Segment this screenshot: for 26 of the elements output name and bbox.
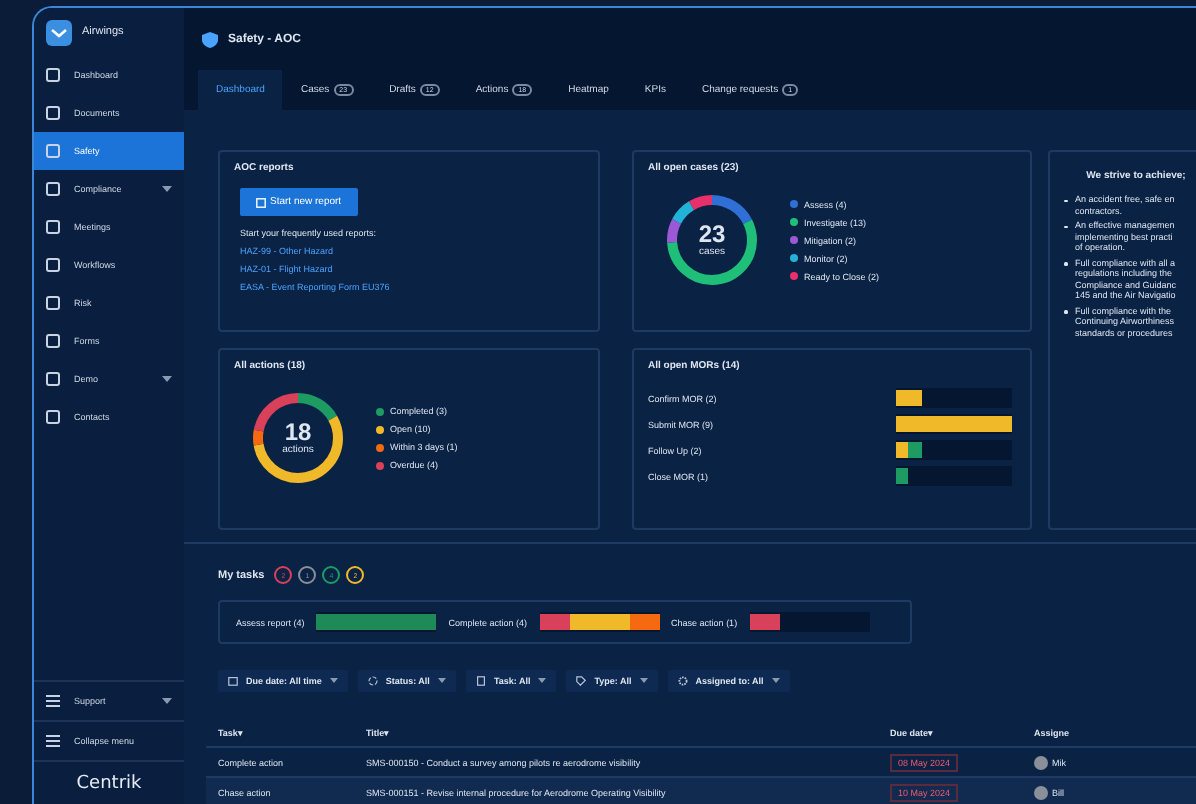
menu-item-icon [46,410,60,424]
total-count: 23 [698,222,726,246]
menu-item-icon [46,258,60,272]
menu-item-icon [46,182,60,196]
chevron-down-icon [771,678,780,684]
avatar-placeholder [1034,785,1048,799]
logo-icon [46,19,72,45]
menu-item-icon [46,68,60,82]
menu-item-icon [46,372,60,386]
chevron-down-icon [329,678,338,684]
circle-icon [367,676,378,686]
menu-item-icon [46,144,60,158]
chevron-down-icon [437,678,446,684]
avatar-placeholder [1034,755,1048,769]
shield-icon [202,31,218,47]
menu-item-icon [46,734,60,748]
menu-item-icon [46,106,60,120]
chevron-down-icon [639,678,648,684]
chevron-down-icon [538,678,547,684]
total-count: 18 [284,420,312,444]
menu-item-icon [46,296,60,310]
footer-logo: Centrik [76,774,142,794]
menu-item-icon [46,334,60,348]
menu-item-icon [46,694,60,708]
menu-item-icon [46,220,60,234]
tag-icon [576,676,587,686]
